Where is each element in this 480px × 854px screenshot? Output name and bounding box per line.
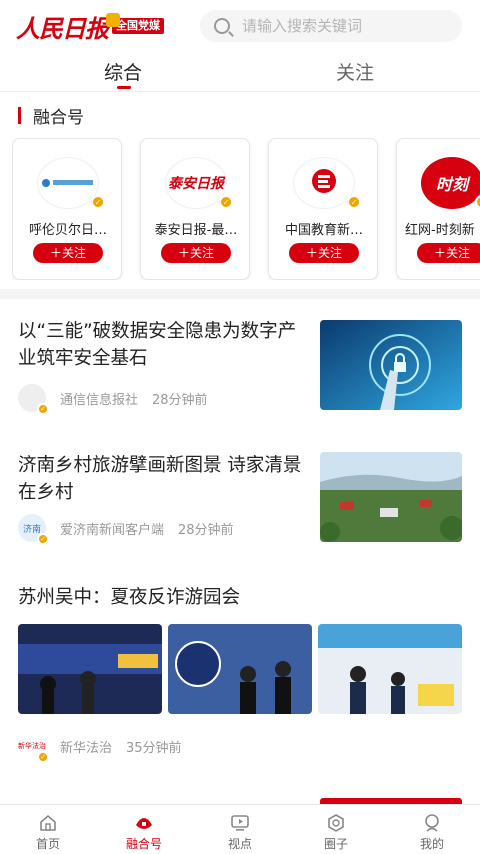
account-name: 呼伦贝尔日… bbox=[28, 223, 107, 238]
section-accent-bar bbox=[18, 107, 21, 124]
account-name: 红网-时刻新 bbox=[405, 223, 475, 238]
tab-following[interactable]: 关注 bbox=[336, 58, 374, 85]
account-logo: 时刻 bbox=[421, 157, 480, 209]
tv-icon bbox=[231, 815, 249, 831]
section-title: 融合号 bbox=[33, 108, 84, 128]
nav-label: 我的 bbox=[419, 837, 444, 851]
article-meta: 新华法治 ✓ 新华法治 35分钟前 bbox=[18, 732, 182, 763]
section-divider bbox=[0, 289, 480, 299]
follow-button[interactable]: ＋关注 bbox=[417, 243, 480, 263]
account-logo bbox=[293, 157, 355, 209]
verified-icon: ✓ bbox=[475, 195, 480, 209]
feed-tabs: 综合 关注 bbox=[0, 52, 480, 92]
profile-icon bbox=[425, 814, 439, 832]
account-name: 泰安日报-最… bbox=[154, 223, 238, 238]
follow-button[interactable]: ＋关注 bbox=[161, 243, 231, 263]
verified-icon: ✓ bbox=[37, 403, 49, 415]
circle-icon bbox=[328, 814, 344, 832]
news-article[interactable]: 以“三能”破数据安全隐患为数字产业筑牢安全基石 ✓ 通信信息报社 28分钟前 bbox=[0, 318, 480, 418]
account-logo bbox=[37, 157, 99, 209]
nav-profile[interactable]: 我的 bbox=[384, 805, 480, 854]
verified-icon: ✓ bbox=[347, 195, 361, 209]
account-carousel[interactable]: ✓ 呼伦贝尔日… ＋关注 泰安日报 ✓ 泰安日报-最… ＋关注 ✓ 中国教育新…… bbox=[12, 138, 480, 280]
article-title[interactable]: 苏州吴中：夏夜反诈游园会 bbox=[18, 584, 458, 611]
verified-icon: ✓ bbox=[37, 533, 49, 545]
nav-label: 融合号 bbox=[125, 837, 162, 851]
nav-viewpoint[interactable]: 视点 bbox=[192, 805, 288, 854]
source-avatar: 新华法治 ✓ bbox=[18, 732, 49, 763]
home-icon bbox=[40, 814, 56, 831]
article-source: 爱济南新闻客户端 bbox=[60, 522, 165, 538]
article-image[interactable] bbox=[18, 624, 162, 714]
account-card[interactable]: 泰安日报 ✓ 泰安日报-最… ＋关注 bbox=[140, 138, 250, 280]
nav-home[interactable]: 首页 bbox=[0, 805, 96, 854]
app-header: 人民日报 全国党媒 bbox=[0, 0, 480, 52]
section-header: 融合号 bbox=[18, 103, 84, 128]
article-source: 通信信息报社 bbox=[60, 392, 139, 408]
article-time: 28分钟前 bbox=[178, 522, 234, 538]
tab-comprehensive[interactable]: 综合 bbox=[104, 58, 142, 85]
account-logo: 泰安日报 bbox=[165, 157, 227, 209]
verified-icon: ✓ bbox=[91, 195, 105, 209]
follow-button[interactable]: ＋关注 bbox=[289, 243, 359, 263]
nav-label: 圈子 bbox=[323, 837, 348, 851]
verified-icon: ✓ bbox=[37, 751, 49, 763]
app-logo[interactable]: 人民日报 全国党媒 bbox=[16, 10, 164, 43]
account-card[interactable]: 时刻 ✓ 红网-时刻新 ＋关注 bbox=[396, 138, 480, 280]
logo-sub-badge: 全国党媒 bbox=[106, 12, 164, 35]
nav-label: 视点 bbox=[227, 837, 252, 851]
account-name: 中国教育新… bbox=[284, 223, 363, 238]
article-image[interactable] bbox=[318, 624, 462, 714]
article-image-row[interactable] bbox=[18, 624, 462, 714]
nav-label: 首页 bbox=[35, 837, 60, 851]
nav-fusion[interactable]: 融合号 bbox=[96, 805, 192, 854]
logo-main-text: 人民日报 bbox=[16, 13, 109, 43]
article-title[interactable]: 以“三能”破数据安全隐患为数字产业筑牢安全基石 bbox=[18, 318, 308, 372]
account-card[interactable]: ✓ 中国教育新… ＋关注 bbox=[268, 138, 378, 280]
active-tab-indicator bbox=[117, 86, 131, 89]
search-bar[interactable] bbox=[200, 10, 462, 42]
article-thumbnail[interactable] bbox=[320, 452, 462, 542]
article-meta: ✓ 通信信息报社 28分钟前 bbox=[18, 384, 208, 415]
search-input[interactable] bbox=[242, 17, 442, 35]
source-avatar: 济南 ✓ bbox=[18, 514, 49, 545]
article-time: 28分钟前 bbox=[152, 392, 208, 408]
article-source: 新华法治 bbox=[60, 740, 113, 756]
article-title[interactable]: 济南乡村旅游擘画新图景 诗家清景在乡村 bbox=[18, 452, 308, 506]
fusion-icon bbox=[136, 818, 152, 829]
news-article[interactable]: 济南乡村旅游擘画新图景 诗家清景在乡村 济南 ✓ 爱济南新闻客户端 28分钟前 bbox=[0, 450, 480, 550]
source-avatar: ✓ bbox=[18, 384, 49, 415]
verified-icon: ✓ bbox=[219, 195, 233, 209]
article-thumbnail[interactable] bbox=[320, 320, 462, 410]
search-icon bbox=[214, 18, 230, 34]
bottom-navigation: 首页 融合号 视点 圈子 我的 bbox=[0, 804, 480, 854]
article-time: 35分钟前 bbox=[126, 740, 182, 756]
article-meta: 济南 ✓ 爱济南新闻客户端 28分钟前 bbox=[18, 514, 234, 545]
nav-circle[interactable]: 圈子 bbox=[288, 805, 384, 854]
follow-button[interactable]: ＋关注 bbox=[33, 243, 103, 263]
article-image[interactable] bbox=[168, 624, 312, 714]
account-card[interactable]: ✓ 呼伦贝尔日… ＋关注 bbox=[12, 138, 122, 280]
